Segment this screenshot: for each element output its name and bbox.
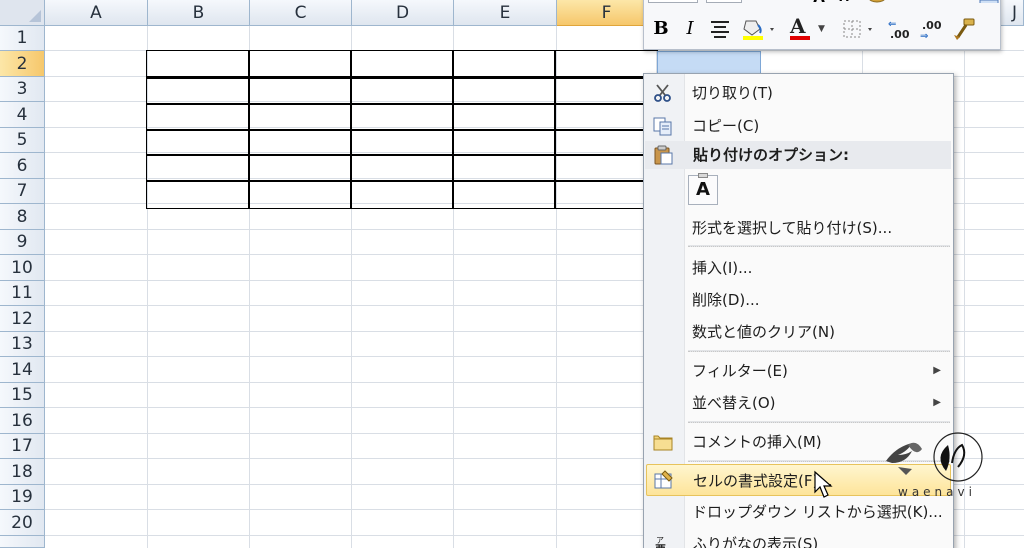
row-header-21[interactable] xyxy=(0,536,45,548)
paste-options-label: 貼り付けのオプション: xyxy=(693,146,849,164)
row-header-14[interactable]: 14 xyxy=(0,357,45,383)
phonetic-icon: ア亜 xyxy=(652,534,674,548)
row-header-7[interactable]: 7 xyxy=(0,179,45,204)
shrink-font-button[interactable]: A xyxy=(836,0,852,5)
column-header-e[interactable]: E xyxy=(454,0,557,26)
menu-item-copy[interactable]: コピー(C) xyxy=(644,112,953,140)
row-header-5[interactable]: 5 xyxy=(0,128,45,153)
row-header-17[interactable]: 17 xyxy=(0,434,45,459)
paste-values-icon[interactable]: A xyxy=(688,173,718,205)
menu-item-sort[interactable]: 並べ替え(O) ▶ xyxy=(644,389,953,417)
percent-style-button[interactable]: % xyxy=(914,0,938,5)
table-row-border xyxy=(146,180,658,182)
insert-label: 挿入(I)... xyxy=(692,259,753,277)
menu-item-cut[interactable]: 切り取り(T) xyxy=(644,79,953,107)
menu-separator xyxy=(688,350,950,352)
spreadsheet[interactable]: A B C D E F J 1 2 3 4 5 6 7 8 9 10 11 12… xyxy=(0,0,1024,548)
row-header-15[interactable]: 15 xyxy=(0,383,45,408)
column-header-c[interactable]: C xyxy=(250,0,352,26)
row-header-20[interactable]: 20 xyxy=(0,510,45,536)
comment-icon xyxy=(652,432,674,452)
copy-label: コピー(C) xyxy=(692,117,760,135)
column-header-d[interactable]: D xyxy=(352,0,454,26)
table-col-border xyxy=(350,50,352,209)
row-header-12[interactable]: 12 xyxy=(0,306,45,332)
table-col-border xyxy=(554,50,556,209)
menu-item-pick-from-list[interactable]: ドロップダウン リストから選択(K)... xyxy=(644,498,953,526)
cut-label: 切り取り(T) xyxy=(692,84,773,102)
paste-values-letter: A xyxy=(696,179,710,200)
mini-toolbar: A A % B I A ▼ ⇐ .00 .00 ⇒ xyxy=(643,0,1001,50)
align-center-icon[interactable] xyxy=(708,17,732,41)
row-header-1[interactable]: 1 xyxy=(0,26,45,51)
font-color-button[interactable]: A ▼ xyxy=(788,14,828,41)
grow-font-button[interactable]: A xyxy=(810,0,828,5)
waenavi-logo: waenavi xyxy=(878,423,988,501)
format-cells-icon xyxy=(653,470,675,490)
menu-separator xyxy=(688,245,950,247)
row-header-4[interactable]: 4 xyxy=(0,102,45,128)
menu-item-paste-special[interactable]: 形式を選択して貼り付け(S)... xyxy=(644,214,953,242)
table-row-border xyxy=(146,78,658,79)
submenu-arrow-icon: ▶ xyxy=(933,365,941,376)
paste-options-header: 貼り付けのオプション: xyxy=(645,141,951,169)
show-phonetic-label: ふりがなの表示(S) xyxy=(692,535,819,548)
table-format-icon[interactable] xyxy=(978,0,1000,3)
row-header-2[interactable]: 2 xyxy=(0,51,45,77)
bold-button[interactable]: B xyxy=(650,17,672,41)
copy-icon xyxy=(652,116,674,136)
font-name-box[interactable] xyxy=(648,0,698,3)
format-cells-label: セルの書式設定(F)... xyxy=(693,472,833,490)
svg-text:亜: 亜 xyxy=(655,543,666,548)
row-header-11[interactable]: 11 xyxy=(0,281,45,306)
submenu-arrow-icon: ▶ xyxy=(933,397,941,408)
insert-comment-label: コメントの挿入(M) xyxy=(692,433,822,451)
row-header-10[interactable]: 10 xyxy=(0,255,45,281)
decrease-decimal-button[interactable]: .00 ⇒ xyxy=(920,17,946,42)
filter-label: フィルター(E) xyxy=(692,362,788,380)
table-row-border xyxy=(146,154,658,156)
row-header-16[interactable]: 16 xyxy=(0,408,45,434)
increase-decimal-label: .00 xyxy=(890,28,910,41)
select-all-triangle-icon xyxy=(29,10,41,22)
menu-item-insert[interactable]: 挿入(I)... xyxy=(644,254,953,282)
menu-item-filter[interactable]: フィルター(E) ▶ xyxy=(644,357,953,385)
paste-options-buttons: A xyxy=(644,173,953,207)
table-col-border xyxy=(248,50,250,209)
row-header-8[interactable]: 8 xyxy=(0,204,45,230)
paste-icon xyxy=(652,145,674,165)
sort-label: 並べ替え(O) xyxy=(692,394,776,412)
select-all-corner[interactable] xyxy=(0,0,45,26)
italic-button[interactable]: I xyxy=(680,17,700,41)
cursor-icon xyxy=(813,470,835,504)
row-header-19[interactable]: 19 xyxy=(0,485,45,510)
format-painter-icon[interactable] xyxy=(952,17,978,41)
row-header-18[interactable]: 18 xyxy=(0,459,45,485)
column-header-b[interactable]: B xyxy=(148,0,250,26)
font-size-box[interactable] xyxy=(706,0,742,3)
clear-contents-label: 数式と値のクリア(N) xyxy=(692,323,835,341)
borders-icon[interactable] xyxy=(840,17,880,41)
menu-item-delete[interactable]: 削除(D)... xyxy=(644,286,953,314)
delete-label: 削除(D)... xyxy=(692,291,760,309)
scissors-icon xyxy=(652,83,674,103)
fill-color-icon[interactable] xyxy=(740,17,780,41)
column-header-f[interactable]: F xyxy=(557,0,657,26)
row-header-13[interactable]: 13 xyxy=(0,332,45,357)
font-color-letter: A xyxy=(790,14,806,38)
increase-decimal-button[interactable]: ⇐ .00 xyxy=(888,17,914,41)
menu-item-show-phonetic[interactable]: ア亜 ふりがなの表示(S) xyxy=(644,530,953,548)
watermark-text: waenavi xyxy=(898,485,976,499)
table-row-border xyxy=(146,129,658,131)
accounting-format-icon[interactable] xyxy=(866,0,888,5)
paste-special-label: 形式を選択して貼り付け(S)... xyxy=(692,219,893,237)
row-header-6[interactable]: 6 xyxy=(0,153,45,179)
row-header-3[interactable]: 3 xyxy=(0,77,45,102)
column-header-a[interactable]: A xyxy=(45,0,148,26)
menu-item-clear-contents[interactable]: 数式と値のクリア(N) xyxy=(644,318,953,346)
row-header-9[interactable]: 9 xyxy=(0,230,45,255)
table-col-border xyxy=(452,50,454,209)
table-row-border xyxy=(146,103,658,105)
